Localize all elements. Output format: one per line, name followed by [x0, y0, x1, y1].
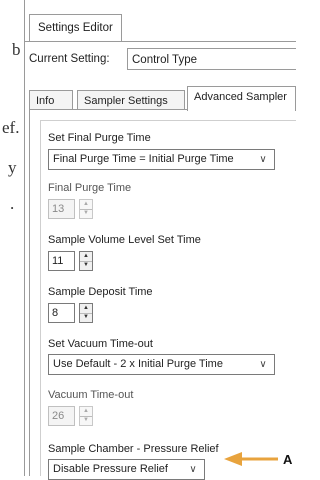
- pressure-relief-value: Disable Pressure Relief: [53, 463, 168, 475]
- spin-down-icon: ▼: [83, 210, 89, 216]
- settings-editor-window: Settings Editor Current Setting: Control…: [24, 0, 296, 480]
- spin-down-icon[interactable]: ▼: [80, 261, 92, 270]
- pressure-relief-select[interactable]: Disable Pressure Relief ∨: [48, 459, 205, 480]
- set-vacuum-timeout-label: Set Vacuum Time-out: [48, 338, 153, 350]
- set-final-purge-time-select[interactable]: Final Purge Time = Initial Purge Time ∨: [48, 149, 275, 170]
- tab-bar: Info Sampler Settings Advanced Sampler: [29, 86, 296, 111]
- window-title: Settings Editor: [29, 14, 122, 41]
- spin-down-icon: ▼: [83, 417, 89, 423]
- current-setting-label: Current Setting:: [29, 53, 110, 65]
- tab-sampler-settings[interactable]: Sampler Settings: [77, 90, 185, 110]
- chevron-down-icon: ∨: [189, 464, 197, 475]
- title-divider: [25, 41, 296, 42]
- vacuum-timeout-input: 26: [48, 406, 75, 426]
- pressure-relief-label: Sample Chamber - Pressure Relief: [48, 443, 219, 455]
- tab-advanced-sampler[interactable]: Advanced Sampler: [187, 86, 296, 111]
- sample-volume-level-set-time-spin-buttons[interactable]: ▲ ▼: [79, 251, 93, 271]
- callout-label: A: [283, 452, 293, 467]
- chevron-down-icon: ∨: [259, 359, 267, 370]
- set-final-purge-time-label: Set Final Purge Time: [48, 132, 151, 144]
- final-purge-time-input: 13: [48, 199, 75, 219]
- tab-info[interactable]: Info: [29, 90, 73, 110]
- final-purge-time-spin-buttons: ▲ ▼: [79, 199, 93, 219]
- vacuum-timeout-spin-buttons: ▲ ▼: [79, 406, 93, 426]
- vacuum-timeout-label: Vacuum Time-out: [48, 389, 134, 401]
- spin-down-icon[interactable]: ▼: [80, 313, 92, 322]
- sample-volume-level-set-time-input[interactable]: 11: [48, 251, 75, 271]
- sample-volume-level-set-time-label: Sample Volume Level Set Time: [48, 234, 201, 246]
- set-final-purge-time-value: Final Purge Time = Initial Purge Time: [53, 153, 234, 165]
- sample-deposit-time-input[interactable]: 8: [48, 303, 75, 323]
- background-text-b: b: [12, 40, 21, 59]
- set-vacuum-timeout-value: Use Default - 2 x Initial Purge Time: [53, 358, 223, 370]
- final-purge-time-label: Final Purge Time: [48, 182, 132, 194]
- settings-group: Set Final Purge Time Final Purge Time = …: [40, 120, 296, 480]
- sample-deposit-time-label: Sample Deposit Time: [48, 286, 153, 298]
- sample-deposit-time-spin-buttons[interactable]: ▲ ▼: [79, 303, 93, 323]
- current-setting-select[interactable]: Control Type: [127, 48, 296, 70]
- advanced-sampler-panel: Set Final Purge Time Final Purge Time = …: [29, 109, 296, 480]
- background-text-ef: ef.: [2, 118, 20, 137]
- background-text-y: y: [8, 158, 17, 177]
- chevron-down-icon: ∨: [259, 154, 267, 165]
- background-text-period: .: [10, 194, 15, 213]
- set-vacuum-timeout-select[interactable]: Use Default - 2 x Initial Purge Time ∨: [48, 354, 275, 375]
